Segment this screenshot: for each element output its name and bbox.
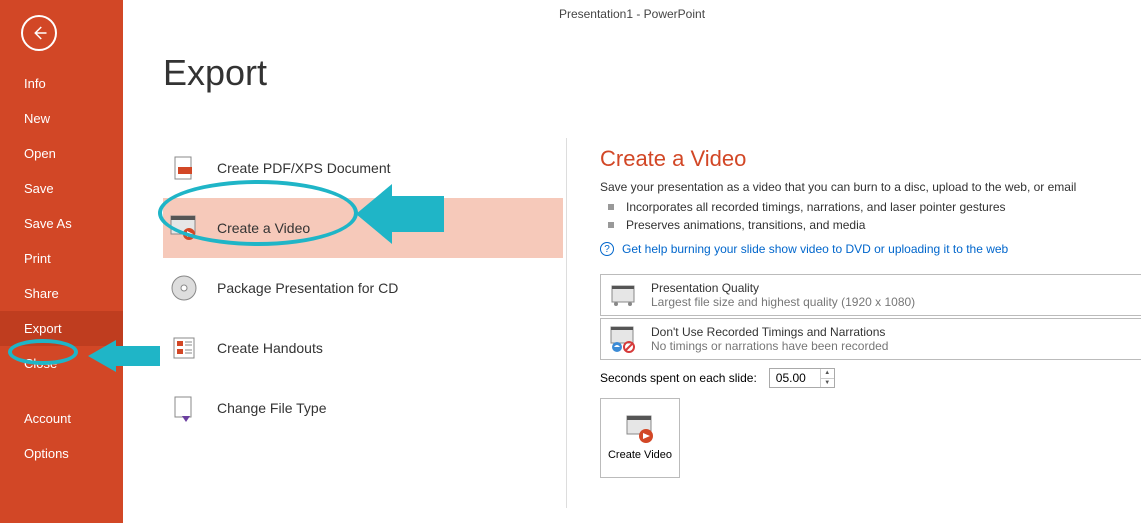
timings-title: Don't Use Recorded Timings and Narration… xyxy=(651,325,1141,339)
export-handouts[interactable]: Create Handouts xyxy=(163,318,563,378)
create-video-label: Create Video xyxy=(608,448,672,462)
seconds-spinner[interactable]: ▲ ▼ xyxy=(769,368,835,388)
timings-icon xyxy=(609,324,639,354)
quality-title: Presentation Quality xyxy=(651,281,1141,295)
nav-open[interactable]: Open xyxy=(0,136,123,171)
backstage-sidebar: Info New Open Save Save As Print Share E… xyxy=(0,0,123,523)
back-button[interactable] xyxy=(21,15,57,51)
spinner-up[interactable]: ▲ xyxy=(821,369,834,379)
nav-save-as[interactable]: Save As xyxy=(0,206,123,241)
pdf-icon xyxy=(169,153,199,183)
filetype-icon xyxy=(169,393,199,423)
nav-info[interactable]: Info xyxy=(0,66,123,101)
cd-icon xyxy=(169,273,199,303)
nav-share[interactable]: Share xyxy=(0,276,123,311)
back-arrow-icon xyxy=(30,24,48,42)
page-title: Export xyxy=(163,52,1141,94)
create-video-button[interactable]: Create Video xyxy=(600,398,680,478)
quality-sub: Largest file size and highest quality (1… xyxy=(651,295,1141,309)
seconds-label: Seconds spent on each slide: xyxy=(600,371,757,385)
export-opt-label: Package Presentation for CD xyxy=(217,280,398,296)
nav-account[interactable]: Account xyxy=(0,401,123,436)
spinner-down[interactable]: ▼ xyxy=(821,379,834,388)
nav-save[interactable]: Save xyxy=(0,171,123,206)
bullet-text: Incorporates all recorded timings, narra… xyxy=(626,200,1006,214)
bullet-item: Preserves animations, transitions, and m… xyxy=(608,218,1141,232)
nav-export[interactable]: Export xyxy=(0,311,123,346)
export-opt-label: Create PDF/XPS Document xyxy=(217,160,391,176)
quality-icon xyxy=(609,280,639,310)
nav-new[interactable]: New xyxy=(0,101,123,136)
export-details: Create a Video Save your presentation as… xyxy=(600,146,1141,478)
timings-sub: No timings or narrations have been recor… xyxy=(651,339,1141,353)
create-video-icon xyxy=(624,414,656,444)
help-link-text: Get help burning your slide show video t… xyxy=(622,242,1008,256)
bullet-item: Incorporates all recorded timings, narra… xyxy=(608,200,1141,214)
window-title: Presentation1 - PowerPoint xyxy=(559,7,705,21)
help-icon: ? xyxy=(600,242,614,256)
nav-print[interactable]: Print xyxy=(0,241,123,276)
export-change-file-type[interactable]: Change File Type xyxy=(163,378,563,438)
export-opt-label: Change File Type xyxy=(217,400,326,416)
handout-icon xyxy=(169,333,199,363)
bullet-text: Preserves animations, transitions, and m… xyxy=(626,218,865,232)
main-area: Export Create PDF/XPS Document Create a … xyxy=(123,28,1141,523)
details-desc: Save your presentation as a video that y… xyxy=(600,180,1141,194)
quality-dropdown[interactable]: Presentation Quality Largest file size a… xyxy=(600,274,1141,316)
help-link[interactable]: ? Get help burning your slide show video… xyxy=(600,242,1141,256)
export-opt-label: Create a Video xyxy=(217,220,310,236)
title-bar: Presentation1 - PowerPoint xyxy=(123,0,1141,28)
nav-options[interactable]: Options xyxy=(0,436,123,471)
vertical-divider xyxy=(566,138,567,508)
export-opt-label: Create Handouts xyxy=(217,340,323,356)
export-options-list: Create PDF/XPS Document Create a Video P… xyxy=(163,138,563,438)
timings-dropdown[interactable]: Don't Use Recorded Timings and Narration… xyxy=(600,318,1141,360)
export-pdf-xps[interactable]: Create PDF/XPS Document xyxy=(163,138,563,198)
export-create-video[interactable]: Create a Video xyxy=(163,198,563,258)
seconds-input[interactable] xyxy=(770,369,820,387)
details-title: Create a Video xyxy=(600,146,1141,172)
video-icon xyxy=(169,213,199,243)
nav-close[interactable]: Close xyxy=(0,346,123,381)
export-package-cd[interactable]: Package Presentation for CD xyxy=(163,258,563,318)
